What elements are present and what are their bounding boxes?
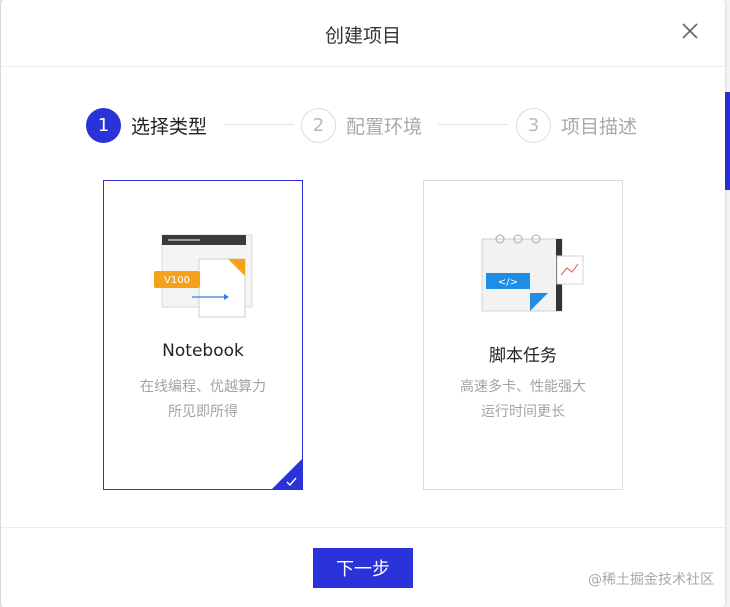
step-1-number: 1 xyxy=(86,107,121,143)
next-step-button[interactable]: 下一步 xyxy=(313,548,413,588)
step-connector-1 xyxy=(224,124,294,125)
step-3: 3 项目描述 xyxy=(516,107,637,143)
step-indicator: 1 选择类型 2 配置环境 3 项目描述 xyxy=(86,107,666,143)
close-icon xyxy=(682,23,698,39)
step-2: 2 配置环境 xyxy=(301,107,422,143)
selected-check-icon xyxy=(272,459,302,489)
step-3-label: 项目描述 xyxy=(561,115,638,138)
card-notebook-desc-1: 在线编程、优越算力 xyxy=(140,379,266,395)
step-2-label: 配置环境 xyxy=(346,115,423,138)
card-script-task-title: 脚本任务 xyxy=(489,346,557,366)
step-1-label: 选择类型 xyxy=(131,115,208,138)
create-project-dialog: 创建项目 1 选择类型 2 配置环境 3 项目描述 V100 Notebook … xyxy=(1,0,725,607)
dialog-footer: 下一步 xyxy=(1,527,725,607)
card-notebook[interactable]: V100 Notebook 在线编程、优越算力 所见即所得 xyxy=(103,180,303,490)
card-script-task[interactable]: </> 脚本任务 高速多卡、性能强大 运行时间更长 xyxy=(423,180,623,490)
card-notebook-title: Notebook xyxy=(162,341,244,361)
step-connector-2 xyxy=(438,124,508,125)
notebook-badge-text: V100 xyxy=(164,275,190,286)
step-3-number: 3 xyxy=(516,107,551,143)
script-task-illustration: </> xyxy=(481,234,584,312)
close-button[interactable] xyxy=(679,20,701,42)
card-notebook-desc-2: 所见即所得 xyxy=(168,404,238,420)
watermark: @稀土掘金技术社区 xyxy=(588,572,714,588)
script-badge-text: </> xyxy=(498,277,518,288)
notebook-illustration: V100 xyxy=(154,234,253,318)
step-2-number: 2 xyxy=(301,107,336,143)
step-1: 1 选择类型 xyxy=(86,107,207,143)
card-script-task-desc-1: 高速多卡、性能强大 xyxy=(460,379,586,395)
dialog-title: 创建项目 xyxy=(324,25,401,47)
card-script-task-desc-2: 运行时间更长 xyxy=(481,404,565,420)
dialog-header: 创建项目 xyxy=(1,0,725,67)
